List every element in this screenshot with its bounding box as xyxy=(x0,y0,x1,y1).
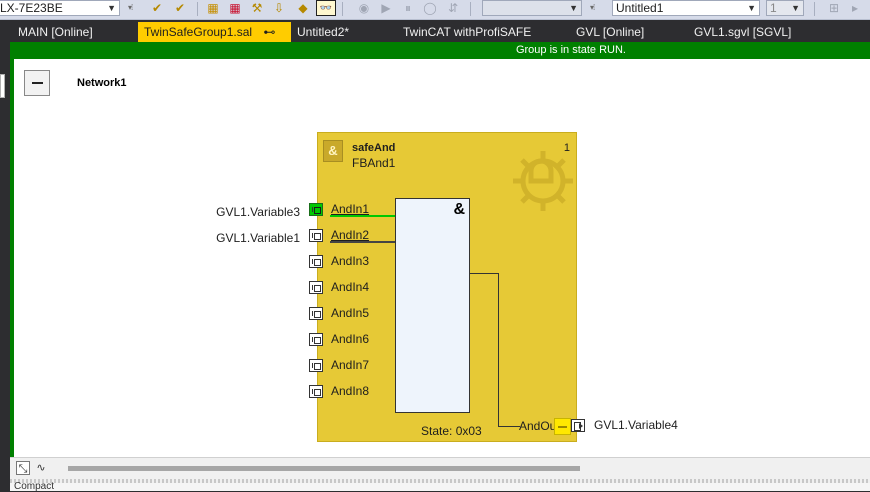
network-label: Network1 xyxy=(77,77,127,89)
fb-state: State: 0x03 xyxy=(421,424,482,438)
and-block-icon: & xyxy=(323,140,343,162)
tab-gvl[interactable]: GVL [Online] xyxy=(570,22,680,42)
input-variable-label[interactable]: GVL1.Variable3 xyxy=(206,205,300,219)
input-pin-icon xyxy=(309,385,323,398)
pin-name: AndIn8 xyxy=(331,384,370,398)
pin-icon[interactable]: ⊷ xyxy=(263,22,275,42)
signal-mode-icon[interactable]: ∿ xyxy=(34,461,48,475)
tab-twincat-profisafe[interactable]: TwinCAT withProfiSAFE xyxy=(397,22,557,42)
panel-icon[interactable]: ⊞ xyxy=(826,0,842,16)
toolbar-separator xyxy=(814,2,815,16)
pin-name: AndIn4 xyxy=(331,280,370,294)
tab-twinsafegroup1[interactable]: TwinSafeGroup1.sal ⊷ ✕ xyxy=(138,22,291,59)
output-variable-label[interactable]: GVL1.Variable4 xyxy=(594,418,678,432)
solution-combo[interactable]: ▼ xyxy=(482,0,582,16)
zoom-fit-icon[interactable]: ⤡ xyxy=(16,461,30,475)
fb-type-name: safeAnd xyxy=(352,142,396,154)
bottom-panel-tab[interactable]: Compact xyxy=(10,481,870,492)
editor-bottom-bar: ⤡ ∿ xyxy=(10,457,870,479)
record-icon[interactable]: ◉ xyxy=(356,0,372,16)
pin-name: AndIn6 xyxy=(331,332,370,346)
output-connection-line xyxy=(498,273,499,427)
target-combo[interactable]: LX-7E23BE ▼ xyxy=(0,0,120,16)
chevron-down-icon: ▼ xyxy=(747,3,756,13)
logout-icon[interactable]: ▦ xyxy=(226,0,244,16)
fb-diag-marker[interactable] xyxy=(554,418,571,435)
input-pin-icon xyxy=(309,255,323,268)
network-collapse-button[interactable] xyxy=(24,70,50,96)
connection-line xyxy=(330,215,395,217)
left-dock-stripe xyxy=(0,42,10,491)
output-pin-icon[interactable] xyxy=(571,419,585,432)
group-status-text: Group is in state RUN. xyxy=(515,44,626,56)
document-tabs: MAIN [Online] TwinSafeGroup1.sal ⊷ ✕ Unt… xyxy=(0,20,870,59)
left-panel-fragment xyxy=(0,74,5,98)
check-icon[interactable]: ✔ xyxy=(148,0,166,16)
shield-icon[interactable]: ◆ xyxy=(294,0,312,16)
horizontal-scrollbar[interactable] xyxy=(68,466,580,471)
input-pin-icon xyxy=(309,333,323,346)
input-pin-icon xyxy=(309,203,323,216)
stop-icon[interactable]: ◯ xyxy=(422,0,438,16)
pause-icon[interactable]: ⏸ xyxy=(400,0,416,16)
and-gate: & xyxy=(395,198,470,413)
toolbar: LX-7E23BE ▼ ▾⁞ ✔ ✔ ▦ ▦ ⚒ ⇩ ◆ 👓 ◉ ▶ ⏸ ◯ ⇵… xyxy=(0,0,870,20)
pin-name: AndIn2 xyxy=(331,228,370,242)
chevron-down-icon: ▼ xyxy=(791,3,800,13)
and-operator: & xyxy=(453,201,465,218)
safety-editor: Group is in state RUN. Network1 GVL1.Var… xyxy=(10,42,870,492)
step-icon[interactable]: ⇵ xyxy=(446,0,460,16)
input-pin-icon xyxy=(309,307,323,320)
function-block[interactable]: & safeAnd FBAnd1 1 & AndIn1 AndIn2 AndIn… xyxy=(309,132,585,442)
play-icon[interactable]: ▶ xyxy=(378,0,394,16)
toolbar-separator xyxy=(470,2,471,16)
network-canvas[interactable]: Network1 GVL1.Variable3 GVL1.Variable1 &… xyxy=(14,59,870,457)
pin-name: AndIn7 xyxy=(331,358,370,372)
check-all-icon[interactable]: ✔ xyxy=(170,0,190,16)
toolbar-grip-icon: ▾⁞ xyxy=(128,3,133,12)
chevron-down-icon: ▼ xyxy=(569,3,578,13)
toolbar-grip-icon: ▾⁞ xyxy=(590,3,595,12)
toolbar-separator xyxy=(197,2,198,16)
run-icon[interactable]: ▸ xyxy=(848,0,862,16)
input-pin-icon xyxy=(309,281,323,294)
wrench-icon[interactable]: ⚒ xyxy=(248,0,266,16)
login-icon[interactable]: ▦ xyxy=(204,0,222,16)
tab-untitled2[interactable]: Untitled2* xyxy=(291,22,389,42)
output-connection-line xyxy=(498,426,520,427)
pin-name: AndIn3 xyxy=(331,254,370,268)
download-icon[interactable]: ⇩ xyxy=(270,0,288,16)
chevron-down-icon: ▼ xyxy=(107,3,116,13)
group-status-bar: Group is in state RUN. xyxy=(10,42,870,59)
tab-main[interactable]: MAIN [Online] xyxy=(12,22,132,42)
connection-line xyxy=(330,241,395,243)
input-pin-icon xyxy=(309,229,323,242)
input-variable-label[interactable]: GVL1.Variable1 xyxy=(206,231,300,245)
glasses-icon[interactable]: 👓 xyxy=(316,0,336,16)
input-pin-icon xyxy=(309,359,323,372)
pin-name: AndIn1 xyxy=(331,202,370,216)
toolbar-separator xyxy=(342,2,343,16)
config-combo[interactable]: Untitled1 ▼ xyxy=(612,0,760,16)
pin-name: AndIn5 xyxy=(331,306,370,320)
output-connection-line xyxy=(470,273,498,274)
fb-instance-name: FBAnd1 xyxy=(352,156,396,170)
tab-gvl1-sgvl[interactable]: GVL1.sgvl [SGVL] xyxy=(688,22,830,42)
fb-execution-order: 1 xyxy=(563,142,570,154)
number-combo[interactable]: 1 ▼ xyxy=(766,0,804,16)
